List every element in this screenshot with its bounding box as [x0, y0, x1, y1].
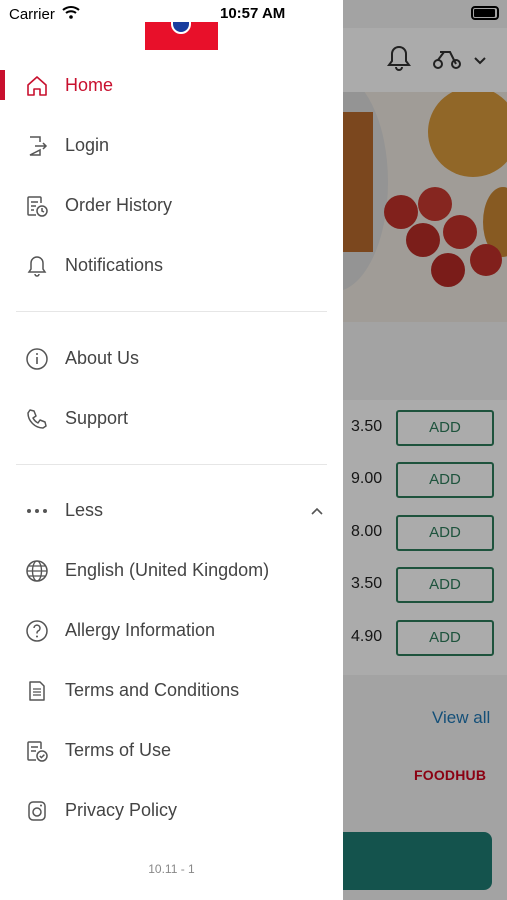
- wifi-icon: [62, 6, 80, 19]
- menu-item-label: Notifications: [65, 255, 164, 275]
- less-label: Less: [65, 500, 104, 520]
- menu-item-login[interactable]: Login: [0, 116, 343, 176]
- shield-icon: [171, 22, 191, 34]
- menu-item-support[interactable]: Support: [0, 389, 343, 449]
- less-toggle[interactable]: Less: [0, 481, 343, 541]
- document-icon: [29, 681, 45, 701]
- menu-item-label: Allergy Information: [65, 620, 216, 640]
- menu-item-about-us[interactable]: About Us: [0, 329, 343, 389]
- menu-item-label: About Us: [65, 348, 140, 368]
- menu-item-label: Privacy Policy: [65, 800, 178, 820]
- menu-item-label: Home: [65, 75, 114, 95]
- menu-item-label: Support: [65, 408, 129, 428]
- menu-item-language[interactable]: English (United Kingdom): [0, 541, 343, 601]
- menu-item-label: Login: [65, 135, 110, 155]
- bell-icon: [27, 256, 47, 277]
- privacy-icon: [28, 801, 46, 821]
- side-drawer: Carrier 10:57 AM Home Login Order Histor…: [0, 0, 343, 900]
- divider: [16, 464, 327, 465]
- home-icon: [27, 76, 47, 96]
- carrier-label: Carrier: [9, 6, 55, 23]
- chevron-up-icon: [311, 507, 323, 515]
- order-history-icon: [27, 196, 48, 217]
- login-icon: [29, 136, 48, 156]
- info-icon: [26, 348, 48, 370]
- more-dots-icon: [27, 509, 47, 513]
- menu-item-label: Order History: [65, 195, 173, 215]
- menu-item-label: English (United Kingdom): [65, 560, 270, 580]
- globe-icon: [26, 560, 48, 582]
- menu-item-terms-of-use[interactable]: Terms of Use: [0, 721, 343, 781]
- phone-icon: [27, 409, 47, 429]
- clock: 10:57 AM: [220, 5, 286, 22]
- menu-item-order-history[interactable]: Order History: [0, 176, 343, 236]
- menu-item-label: Terms of Use: [65, 740, 172, 760]
- menu-item-terms-and-conditions[interactable]: Terms and Conditions: [0, 661, 343, 721]
- app-version: 10.11 - 1: [148, 862, 195, 876]
- menu-item-allergy-information[interactable]: Allergy Information: [0, 601, 343, 661]
- menu-item-label: Terms and Conditions: [65, 680, 240, 700]
- question-icon: [26, 620, 48, 642]
- menu-item-notifications[interactable]: Notifications: [0, 236, 343, 296]
- menu-item-home[interactable]: Home: [0, 56, 343, 116]
- restaurant-logo: [145, 22, 218, 50]
- divider: [16, 311, 327, 312]
- document-check-icon: [27, 741, 48, 762]
- menu-item-privacy-policy[interactable]: Privacy Policy: [0, 781, 343, 841]
